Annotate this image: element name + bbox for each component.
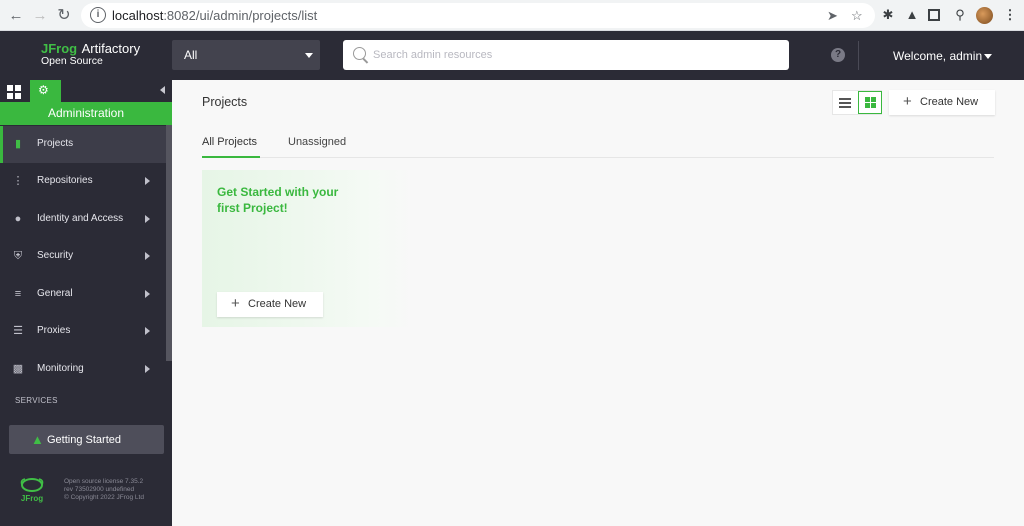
sliders-icon: ≡ (14, 288, 22, 300)
url-text[interactable]: localhost:8082/ui/admin/projects/list (112, 8, 317, 23)
user-icon: ● (14, 213, 22, 225)
plus-icon: + (231, 295, 240, 312)
header-divider (858, 41, 859, 70)
svg-text:JFrog: JFrog (21, 494, 43, 503)
help-icon[interactable]: ? (831, 48, 845, 62)
bar-chart-icon: ▩ (12, 363, 24, 375)
projects-icon: ▮ (14, 138, 22, 150)
logo-brand: JFrog (41, 41, 78, 56)
sidebar-item-label: Repositories (37, 175, 93, 186)
getting-started-label: Getting Started (47, 434, 121, 446)
license-line: Open source license 7.35.2 (64, 478, 144, 485)
chevron-right-icon (145, 290, 150, 298)
sidebar-item-repositories[interactable]: ⋮ Repositories (0, 163, 166, 200)
jfrog-frog-logo: JFrog (20, 478, 44, 503)
repositories-icon: ⋮ (12, 175, 24, 187)
administration-tab[interactable]: ⚙ (30, 80, 61, 102)
sidebar-item-projects[interactable]: ▮ Projects (0, 126, 166, 163)
copyright-line: © Copyright 2022 JFrog Ltd (64, 494, 144, 501)
view-toggle (832, 90, 882, 115)
send-icon[interactable]: ➤ (827, 8, 838, 24)
search-box[interactable] (343, 40, 789, 70)
chevron-right-icon (145, 252, 150, 260)
services-heading: SERVICES (15, 396, 58, 405)
logo-product: Artifactory (81, 41, 141, 56)
extensions-icon[interactable]: ✱ (880, 7, 896, 23)
sidebar-item-monitoring[interactable]: ▩ Monitoring (0, 351, 166, 388)
grid-view-icon[interactable] (858, 91, 882, 114)
plus-icon: + (903, 93, 912, 110)
application-grid-icon[interactable] (7, 85, 21, 99)
administration-banner: Administration (0, 102, 172, 125)
sidebar-item-label: Monitoring (37, 363, 84, 374)
app-header: JFrog Artifactory Open Source All ? Welc… (0, 31, 1024, 80)
lab-flask-icon[interactable]: ▲ (904, 7, 920, 23)
forward-icon[interactable]: → (31, 7, 49, 25)
chevron-right-icon (145, 215, 150, 223)
user-menu[interactable]: Welcome, admin (893, 49, 982, 63)
sidebar-item-label: Proxies (37, 325, 71, 336)
search-icon (353, 47, 366, 60)
chevron-right-icon (145, 177, 150, 185)
create-new-label: Create New (920, 96, 979, 108)
sidebar-item-general[interactable]: ≡ General (0, 276, 166, 313)
sidepanel-icon[interactable] (928, 9, 940, 21)
bookmark-star-icon[interactable]: ☆ (851, 8, 863, 24)
site-info-icon[interactable]: i (90, 7, 106, 23)
chevron-right-icon (145, 327, 150, 335)
card-title: Get Started with your first Project! (217, 185, 339, 215)
sidebar-item-identity-and-access[interactable]: ● Identity and Access (0, 201, 166, 238)
create-new-label: Create New (248, 298, 307, 310)
collapse-sidebar-icon[interactable] (160, 86, 165, 94)
sidebar: ⚙ Administration ▮ Projects ⋮ Repositori… (0, 80, 172, 526)
sidebar-item-proxies[interactable]: ☰ Proxies (0, 313, 166, 350)
revision-line: rev 73502900 undefined (64, 486, 135, 493)
browser-menu-icon[interactable]: ⋮ (1002, 7, 1018, 23)
tab-unassigned[interactable]: Unassigned (288, 136, 346, 148)
package-type-select[interactable]: All (172, 40, 320, 70)
profile-avatar[interactable] (976, 7, 993, 24)
rocket-icon: ▲ (31, 432, 44, 447)
logo-edition: Open Source (41, 55, 103, 67)
tab-all-projects[interactable]: All Projects (202, 136, 257, 148)
get-started-card: Get Started with your first Project! + C… (202, 170, 416, 327)
sidebar-item-label: Security (37, 250, 74, 261)
sidebar-item-label: General (37, 288, 73, 299)
active-tab-indicator (202, 156, 260, 158)
main-content: Projects + Create New All Projects Unass… (172, 80, 1024, 526)
select-value: All (184, 48, 198, 62)
back-icon[interactable]: ← (7, 7, 25, 25)
browser-toolbar: ← → ↻ i localhost:8082/ui/admin/projects… (0, 0, 1024, 31)
list-view-icon[interactable] (838, 94, 854, 111)
license-info: Open source license 7.35.2 rev 73502900 … (64, 478, 164, 502)
address-bar[interactable]: i localhost:8082/ui/admin/projects/list … (81, 3, 875, 28)
key-icon[interactable]: ⚲ (952, 7, 968, 23)
server-icon: ☰ (13, 325, 23, 337)
create-new-button[interactable]: + Create New (889, 90, 995, 115)
card-create-new-button[interactable]: + Create New (217, 292, 323, 317)
getting-started-button[interactable]: ▲ Getting Started (9, 425, 164, 454)
search-input[interactable] (373, 46, 773, 64)
chevron-down-icon[interactable] (984, 54, 992, 59)
chevron-right-icon (145, 365, 150, 373)
sidebar-item-security[interactable]: ⛨ Security (0, 238, 166, 275)
sidebar-item-label: Identity and Access (37, 213, 124, 224)
jfrog-logo[interactable]: JFrog Artifactory Open Source (41, 42, 140, 68)
page-title: Projects (202, 95, 248, 109)
shield-icon: ⛨ (13, 250, 23, 262)
chevron-down-icon (305, 53, 313, 58)
tabs-divider (202, 157, 994, 158)
reload-icon[interactable]: ↻ (55, 7, 73, 25)
gear-icon: ⚙ (38, 83, 49, 97)
sidebar-item-label: Projects (37, 138, 74, 149)
